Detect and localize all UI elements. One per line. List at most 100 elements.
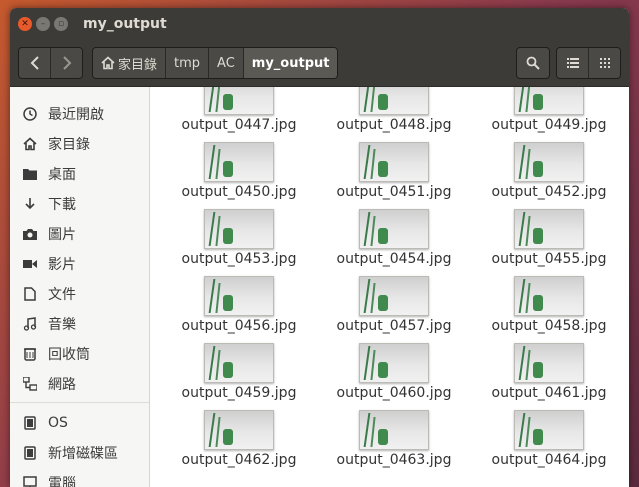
camera-icon	[20, 224, 40, 244]
file-name: output_0452.jpg	[491, 184, 607, 200]
file-item[interactable]: output_0455.jpg	[474, 209, 624, 275]
file-item[interactable]: output_0453.jpg	[164, 209, 314, 275]
sidebar-item-label: 最近開啟	[48, 107, 104, 123]
sidebar-item-label: 影片	[48, 257, 76, 273]
breadcrumb-ac[interactable]: AC	[209, 48, 244, 78]
sidebar-item-label: 新增磁碟區	[48, 446, 118, 462]
sidebar-item-label: OS	[48, 415, 68, 431]
sidebar-item-label: 音樂	[48, 317, 76, 333]
sidebar-item-recent[interactable]: 最近開啟	[10, 100, 149, 128]
sidebar-item-trash[interactable]: 回收筒	[10, 340, 149, 368]
sidebar-item-music[interactable]: 音樂	[10, 310, 149, 338]
file-item[interactable]: output_0451.jpg	[319, 142, 469, 208]
sidebar-item-label: 文件	[48, 287, 76, 303]
file-item[interactable]: output_0447.jpg	[164, 87, 314, 141]
sidebar-item-home[interactable]: 家目錄	[10, 130, 149, 158]
maximize-icon: ▫	[57, 19, 65, 29]
minimize-window-button[interactable]: –	[36, 17, 50, 31]
sidebar-item-documents[interactable]: 文件	[10, 280, 149, 308]
chevron-left-icon	[30, 56, 39, 70]
clock-icon	[20, 104, 40, 124]
image-thumbnail	[204, 410, 274, 450]
image-thumbnail	[514, 410, 584, 450]
file-item[interactable]: output_0452.jpg	[474, 142, 624, 208]
file-item[interactable]: output_0457.jpg	[319, 276, 469, 342]
list-view-button[interactable]	[557, 48, 589, 78]
image-thumbnail	[204, 209, 274, 249]
image-thumbnail	[514, 209, 584, 249]
image-thumbnail	[359, 276, 429, 316]
drive-icon	[20, 443, 40, 463]
back-button[interactable]	[19, 48, 51, 78]
image-thumbnail	[514, 276, 584, 316]
sidebar-item-pictures[interactable]: 圖片	[10, 220, 149, 248]
sidebar-item-computer[interactable]: 電腦	[10, 469, 149, 487]
file-item[interactable]: output_0459.jpg	[164, 343, 314, 409]
image-thumbnail	[514, 142, 584, 182]
list-icon	[566, 58, 579, 68]
file-item[interactable]: output_0464.jpg	[474, 410, 624, 476]
image-thumbnail	[359, 142, 429, 182]
file-item[interactable]: output_0456.jpg	[164, 276, 314, 342]
file-item[interactable]: output_0461.jpg	[474, 343, 624, 409]
video-icon	[20, 254, 40, 274]
sidebar-item-videos[interactable]: 影片	[10, 250, 149, 278]
file-grid: output_0447.jpg output_0448.jpg output_044…	[150, 87, 629, 487]
titlebar: ✕ – ▫ my_output	[10, 8, 629, 40]
file-manager-window: ✕ – ▫ my_output 家目錄 tmp AC my_output 最近開…	[10, 8, 629, 487]
file-item[interactable]: output_0449.jpg	[474, 87, 624, 141]
sidebar-item-os[interactable]: OS	[10, 409, 149, 437]
file-item[interactable]: output_0463.jpg	[319, 410, 469, 476]
home-icon	[101, 56, 115, 70]
view-toggle	[556, 47, 621, 79]
image-thumbnail	[204, 276, 274, 316]
file-item[interactable]: output_0450.jpg	[164, 142, 314, 208]
window-title: my_output	[83, 16, 167, 32]
file-name: output_0458.jpg	[491, 318, 607, 334]
file-item[interactable]: output_0462.jpg	[164, 410, 314, 476]
file-name: output_0463.jpg	[336, 452, 452, 468]
file-name: output_0455.jpg	[491, 251, 607, 267]
file-item[interactable]: output_0448.jpg	[319, 87, 469, 141]
music-icon	[20, 314, 40, 334]
sidebar-item-downloads[interactable]: 下載	[10, 190, 149, 218]
file-name: output_0449.jpg	[491, 117, 607, 133]
image-thumbnail	[359, 209, 429, 249]
drive-icon	[20, 413, 40, 433]
file-name: output_0453.jpg	[181, 251, 297, 267]
close-icon: ✕	[21, 19, 29, 29]
sidebar: 最近開啟 家目錄 桌面 下載 圖片 影片 文件 音樂 回收筒 網路 OS 新增磁…	[10, 87, 150, 487]
sidebar-item-label: 圖片	[48, 227, 76, 243]
close-window-button[interactable]: ✕	[18, 17, 32, 31]
file-name: output_0450.jpg	[181, 184, 297, 200]
file-name: output_0447.jpg	[181, 117, 297, 133]
breadcrumb-my-output[interactable]: my_output	[243, 48, 338, 78]
sidebar-item-desktop[interactable]: 桌面	[10, 160, 149, 188]
sidebar-item-label: 回收筒	[48, 347, 90, 363]
home-icon	[20, 134, 40, 154]
breadcrumb-home[interactable]: 家目錄	[93, 48, 167, 78]
sidebar-divider	[10, 402, 149, 403]
folder-icon	[20, 164, 40, 184]
breadcrumb-label: my_output	[251, 55, 330, 71]
file-name: output_0456.jpg	[181, 318, 297, 334]
chevron-right-icon	[62, 56, 71, 70]
maximize-window-button[interactable]: ▫	[54, 17, 68, 31]
file-item[interactable]: output_0460.jpg	[319, 343, 469, 409]
file-name: output_0459.jpg	[181, 385, 297, 401]
grid-view-button[interactable]	[589, 48, 620, 78]
file-item[interactable]: output_0458.jpg	[474, 276, 624, 342]
file-name: output_0457.jpg	[336, 318, 452, 334]
file-item[interactable]: output_0454.jpg	[319, 209, 469, 275]
search-button[interactable]	[516, 47, 550, 79]
image-thumbnail	[514, 343, 584, 383]
network-icon	[20, 374, 40, 394]
sidebar-item-network[interactable]: 網路	[10, 370, 149, 398]
breadcrumb-tmp[interactable]: tmp	[166, 48, 210, 78]
sidebar-item-new-volume[interactable]: 新增磁碟區	[10, 439, 149, 467]
file-name: output_0451.jpg	[336, 184, 452, 200]
navigation-buttons	[18, 47, 83, 79]
file-name: output_0448.jpg	[336, 117, 452, 133]
forward-button[interactable]	[51, 48, 82, 78]
toolbar: 家目錄 tmp AC my_output	[10, 40, 629, 87]
